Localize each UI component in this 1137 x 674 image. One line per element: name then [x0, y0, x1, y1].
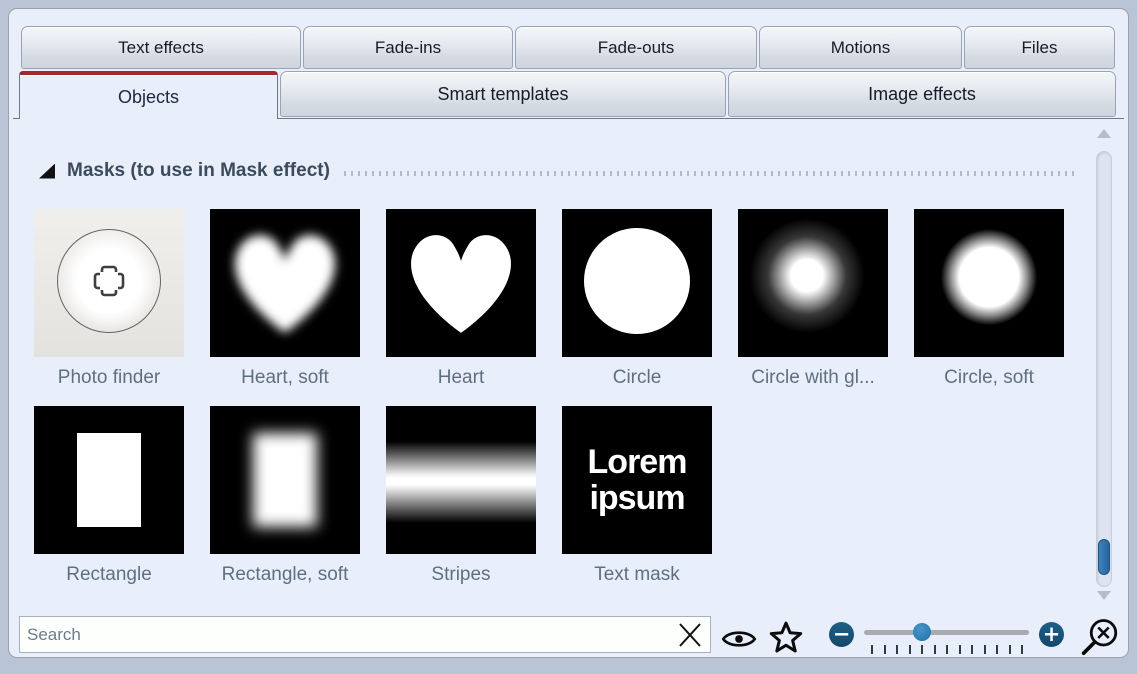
thumbnail-size-slider-track[interactable]: [864, 630, 1029, 635]
tab-image-effects[interactable]: Image effects: [728, 71, 1116, 117]
tab-fade-outs[interactable]: Fade-outs: [515, 26, 757, 69]
mask-item-circle[interactable]: Circle: [562, 209, 712, 391]
mask-item-label: Circle, soft: [914, 365, 1064, 391]
tab-smart-templates[interactable]: Smart templates: [280, 71, 726, 117]
star-icon[interactable]: [767, 619, 805, 657]
mask-item-heart-soft[interactable]: Heart, soft: [210, 209, 360, 391]
mask-thumbnail-text-mask[interactable]: Lorem ipsum: [562, 406, 712, 554]
tab-row-lower: Objects Smart templates Image effects: [19, 71, 1116, 119]
zoom-out-button[interactable]: −: [829, 622, 854, 647]
collapse-triangle-icon[interactable]: [39, 164, 55, 179]
mask-item-label: Text mask: [562, 562, 712, 588]
thumbnail-size-slider-thumb[interactable]: [913, 623, 931, 641]
mask-item-label: Heart, soft: [210, 365, 360, 391]
mask-thumbnail-stripes[interactable]: [386, 406, 536, 554]
mask-item-label: Circle with gl...: [738, 365, 888, 391]
heart-soft-shape: [222, 222, 348, 338]
mask-item-label: Rectangle, soft: [210, 562, 360, 588]
mask-item-circle-with-glow[interactable]: Circle with gl...: [738, 209, 888, 391]
mask-item-circle-soft[interactable]: Circle, soft: [914, 209, 1064, 391]
mask-thumbnail-photo-finder[interactable]: [34, 209, 184, 357]
mask-item-rectangle[interactable]: Rectangle: [34, 406, 184, 588]
zoom-reset-icon[interactable]: [1079, 617, 1121, 659]
mask-thumbnail-circle-with-glow[interactable]: [738, 209, 888, 357]
mask-item-photo-finder[interactable]: Photo finder: [34, 209, 184, 391]
circle-soft-shape: [914, 209, 1064, 357]
mask-item-rectangle-soft[interactable]: Rectangle, soft: [210, 406, 360, 588]
mask-item-heart[interactable]: Heart: [386, 209, 536, 391]
mask-thumbnail-heart[interactable]: [386, 209, 536, 357]
mask-thumbnail-circle[interactable]: [562, 209, 712, 357]
text-mask-line1: Lorem: [588, 444, 687, 480]
dotted-leader: [344, 171, 1076, 176]
viewfinder-brackets-icon: [87, 259, 131, 303]
mask-item-stripes[interactable]: Stripes: [386, 406, 536, 588]
mask-thumbnail-heart-soft[interactable]: [210, 209, 360, 357]
circle-shape: [584, 228, 690, 334]
scrollbar-thumb[interactable]: [1098, 539, 1110, 575]
scrollbar-track[interactable]: [1096, 151, 1112, 587]
masks-section-header[interactable]: Masks (to use in Mask effect): [39, 160, 1076, 182]
tab-objects[interactable]: Objects: [19, 71, 278, 119]
tab-fade-ins[interactable]: Fade-ins: [303, 26, 513, 69]
effects-panel: Text effects Fade-ins Fade-outs Motions …: [8, 8, 1129, 658]
rectangle-soft-shape: [253, 433, 317, 527]
section-title: Masks (to use in Mask effect): [67, 160, 330, 182]
scroll-up-arrow-icon[interactable]: [1097, 129, 1111, 138]
tab-text-effects[interactable]: Text effects: [21, 26, 301, 69]
mask-grid: Photo finder Heart, soft Heart Circle: [34, 209, 1064, 588]
mask-item-text-mask[interactable]: Lorem ipsum Text mask: [562, 406, 712, 588]
rectangle-shape: [77, 433, 141, 527]
search-box: [19, 616, 711, 653]
mask-item-label: Rectangle: [34, 562, 184, 588]
mask-item-label: Photo finder: [34, 365, 184, 391]
mask-thumbnail-rectangle-soft[interactable]: [210, 406, 360, 554]
zoom-in-button[interactable]: +: [1039, 622, 1064, 647]
text-mask-line2: ipsum: [589, 480, 684, 516]
search-input[interactable]: [20, 617, 710, 652]
clear-search-icon[interactable]: [676, 621, 704, 649]
tab-motions[interactable]: Motions: [759, 26, 962, 69]
tab-row-upper: Text effects Fade-ins Fade-outs Motions …: [21, 26, 1115, 69]
heart-shape: [398, 222, 524, 338]
mask-thumbnail-rectangle[interactable]: [34, 406, 184, 554]
scroll-down-arrow-icon[interactable]: [1097, 591, 1111, 600]
mask-thumbnail-circle-soft[interactable]: [914, 209, 1064, 357]
eye-icon[interactable]: [721, 627, 757, 651]
slider-tick-marks: [871, 645, 1023, 654]
tab-files[interactable]: Files: [964, 26, 1115, 69]
circle-glow-shape: [738, 209, 888, 357]
mask-item-label: Stripes: [386, 562, 536, 588]
mask-item-label: Circle: [562, 365, 712, 391]
scrollbar: [1095, 121, 1113, 611]
mask-item-label: Heart: [386, 365, 536, 391]
